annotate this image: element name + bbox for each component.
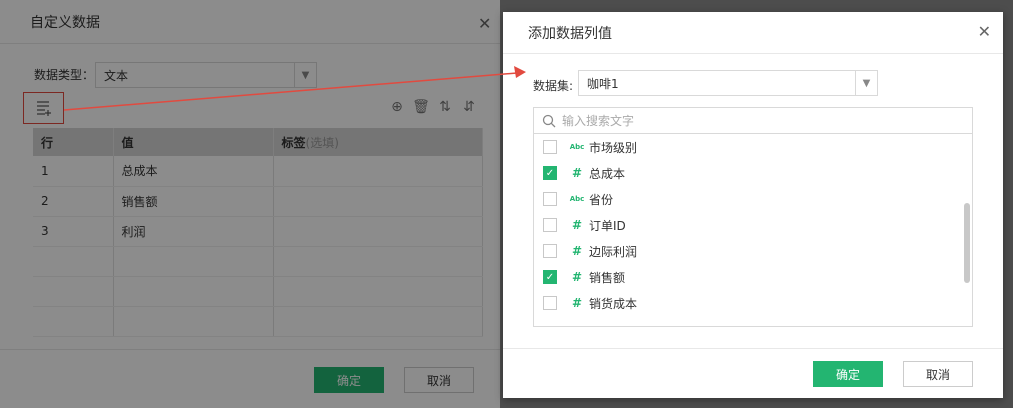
checkbox[interactable] [543, 140, 557, 154]
dataset-value: 咖啡1 [587, 76, 619, 91]
field-name: 市场级别 [589, 140, 638, 155]
checkbox-checked[interactable]: ✓ [543, 270, 557, 284]
checkbox[interactable] [543, 218, 557, 232]
table-row[interactable]: 2 销售额 [33, 186, 483, 217]
search-icon [542, 114, 556, 127]
cancel-button[interactable]: 取消 [404, 367, 474, 393]
cancel-button[interactable]: 取消 [903, 361, 973, 387]
checkbox[interactable] [543, 296, 557, 310]
field-name: 省份 [589, 192, 614, 207]
col-header-value: 值 [113, 128, 274, 156]
table-row [33, 276, 483, 307]
search-box[interactable] [534, 108, 972, 134]
data-type-value: 文本 [104, 68, 129, 83]
checkbox[interactable] [543, 244, 557, 258]
optional-hint: (选填) [305, 135, 339, 150]
list-add-icon [36, 101, 51, 116]
table-row [33, 246, 483, 277]
close-icon[interactable]: ✕ [978, 22, 991, 41]
scrollbar[interactable] [964, 203, 970, 283]
ok-button[interactable]: 确定 [813, 361, 883, 387]
row-value[interactable]: 总成本 [113, 156, 274, 187]
number-type-icon: # [571, 270, 583, 284]
dataset-label: 数据集: [533, 79, 574, 93]
add-data-column-values-dialog: 添加数据列值 ✕ 数据集: 咖啡1 ▼ Abc 市场级别 ✓ # 总成本 [503, 12, 1003, 398]
custom-data-dialog: 自定义数据 ✕ 数据类型： 文本 ▼ ⊕ 🗑 ⇅ ⇵ 行 值 标签(选填) 1 … [0, 0, 500, 408]
row-label[interactable] [273, 216, 483, 247]
text-type-icon: Abc [569, 143, 585, 151]
number-type-icon: # [571, 166, 583, 180]
list-item[interactable]: # 边际利润 [534, 238, 964, 264]
add-data-column-button[interactable] [23, 92, 64, 124]
table-row[interactable]: 1 总成本 [33, 156, 483, 187]
ok-button[interactable]: 确定 [314, 367, 384, 393]
chevron-down-icon: ▼ [294, 63, 316, 87]
checkbox-checked[interactable]: ✓ [543, 166, 557, 180]
field-name: 销货成本 [589, 296, 638, 311]
row-index: 1 [33, 156, 114, 187]
sort-desc-icon[interactable]: ⇵ [460, 98, 478, 116]
list-item[interactable]: # 销货成本 [534, 290, 964, 316]
field-list-panel: Abc 市场级别 ✓ # 总成本 Abc 省份 # 订单ID # 边际利润 [533, 107, 973, 327]
col-header-label-text: 标签 [281, 135, 306, 150]
field-name: 订单ID [589, 218, 626, 233]
list-item[interactable]: Abc 市场级别 [534, 134, 964, 160]
row-value[interactable]: 销售额 [113, 186, 274, 217]
list-item[interactable]: Abc 省份 [534, 186, 964, 212]
row-index: 2 [33, 186, 114, 217]
checkbox[interactable] [543, 192, 557, 206]
dialog-title: 添加数据列值 [503, 12, 1003, 54]
row-label[interactable] [273, 156, 483, 187]
row-value[interactable]: 利润 [113, 216, 274, 247]
close-icon[interactable]: ✕ [478, 14, 491, 33]
field-name: 销售额 [589, 270, 626, 285]
chevron-down-icon: ▼ [855, 71, 877, 95]
search-input[interactable] [562, 113, 942, 128]
row-index: 3 [33, 216, 114, 247]
row-label[interactable] [273, 186, 483, 217]
text-type-icon: Abc [569, 195, 585, 203]
data-type-select[interactable]: 文本 ▼ [95, 62, 317, 88]
number-type-icon: # [571, 244, 583, 258]
dataset-select[interactable]: 咖啡1 ▼ [578, 70, 878, 96]
field-name: 边际利润 [589, 244, 638, 259]
custom-data-table: 行 值 标签(选填) 1 总成本 2 销售额 3 利润 [33, 128, 483, 337]
field-name: 总成本 [589, 166, 626, 181]
list-item[interactable]: # 订单ID [534, 212, 964, 238]
data-type-label: 数据类型： [34, 68, 95, 82]
delete-icon[interactable]: 🗑 [412, 98, 430, 116]
number-type-icon: # [571, 218, 583, 232]
field-list: Abc 市场级别 ✓ # 总成本 Abc 省份 # 订单ID # 边际利润 ✓ … [534, 134, 964, 316]
list-item[interactable]: ✓ # 销售额 [534, 264, 964, 290]
sort-asc-icon[interactable]: ⇅ [436, 98, 454, 116]
dialog-title: 自定义数据 [0, 0, 500, 44]
table-row [33, 306, 483, 337]
table-row[interactable]: 3 利润 [33, 216, 483, 247]
number-type-icon: # [571, 296, 583, 310]
add-row-icon[interactable]: ⊕ [388, 98, 406, 116]
col-header-label: 标签(选填) [273, 128, 483, 156]
list-item[interactable]: ✓ # 总成本 [534, 160, 964, 186]
col-header-row: 行 [33, 128, 114, 156]
table-toolbar: ⊕ 🗑 ⇅ ⇵ [388, 98, 478, 116]
